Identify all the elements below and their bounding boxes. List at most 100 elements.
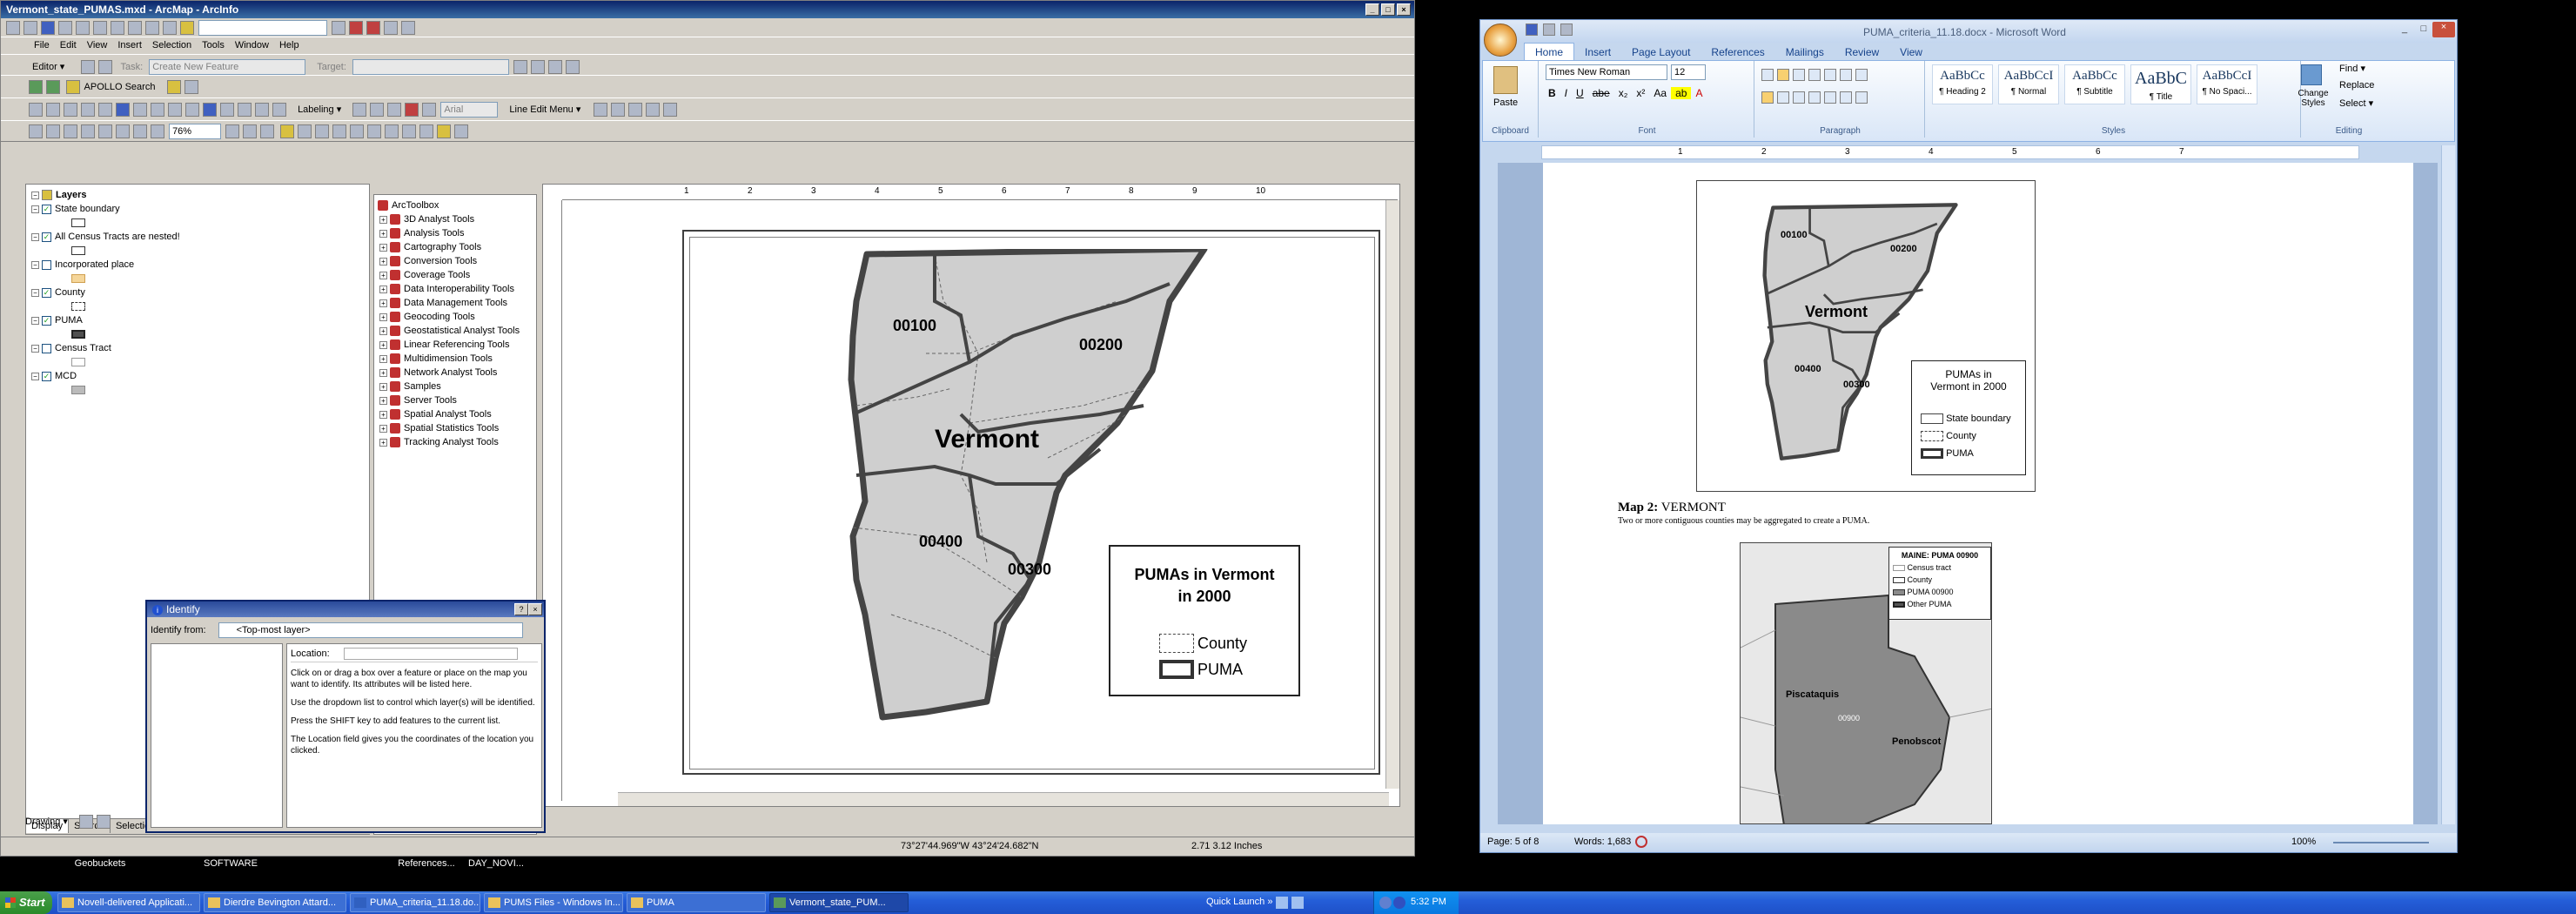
- toc-layer[interactable]: − ✓ MCD: [31, 369, 369, 383]
- task-combo[interactable]: Create New Feature: [149, 59, 306, 75]
- quick-launch[interactable]: Quick Launch »: [1206, 897, 1272, 907]
- tray-icon[interactable]: [1393, 897, 1405, 909]
- taskbar-item[interactable]: PUMS Files - Windows In...: [484, 893, 623, 912]
- shading-icon[interactable]: [1840, 91, 1852, 104]
- desktop-icon-label[interactable]: References...: [392, 858, 461, 869]
- menu-view[interactable]: View: [82, 37, 113, 53]
- word-vertical-scrollbar[interactable]: [2441, 145, 2455, 824]
- show-formatting-icon[interactable]: [1855, 69, 1868, 81]
- taskbar-item-active[interactable]: Vermont_state_PUM...: [769, 893, 909, 912]
- highlight-icon[interactable]: ab: [1671, 87, 1692, 99]
- word-count[interactable]: Words: 1,683: [1574, 837, 1631, 847]
- rotate-icon[interactable]: [385, 124, 399, 138]
- font-size-combo[interactable]: 12: [1671, 64, 1706, 80]
- command-line-icon[interactable]: [384, 21, 399, 35]
- line-edit-3-icon[interactable]: [628, 103, 643, 117]
- taskbar-item[interactable]: Dierdre Bevington Attard...: [204, 893, 346, 912]
- taskbar-item[interactable]: Novell-delivered Applicati...: [57, 893, 200, 912]
- desktop-icon-label[interactable]: SOFTWARE: [200, 858, 261, 869]
- expand-icon[interactable]: +: [379, 257, 387, 265]
- layer-checkbox[interactable]: [42, 343, 51, 353]
- measure-icon[interactable]: [238, 103, 252, 117]
- open-icon[interactable]: [23, 21, 37, 35]
- unplaced-labels-icon[interactable]: [422, 103, 437, 117]
- menu-file[interactable]: File: [29, 37, 55, 53]
- identify-icon[interactable]: [203, 103, 217, 117]
- expand-icon[interactable]: −: [31, 372, 39, 380]
- font-name-combo[interactable]: Times New Roman: [1546, 64, 1667, 80]
- toc-layer[interactable]: − ✓ All Census Tracts are nested!: [31, 230, 369, 244]
- zoom-in-icon[interactable]: [29, 103, 43, 117]
- bullets-icon[interactable]: [1761, 69, 1774, 81]
- expand-icon[interactable]: +: [379, 271, 387, 279]
- time-slider-icon[interactable]: [272, 103, 286, 117]
- quick-launch-icon[interactable]: [1291, 897, 1304, 909]
- desktop-icon-label[interactable]: DAY_NOVI...: [461, 858, 531, 869]
- increase-indent-icon[interactable]: [1824, 69, 1836, 81]
- quick-style[interactable]: AaBbCcI ¶ No Spaci...: [2197, 64, 2257, 104]
- minimize-button[interactable]: _: [1365, 3, 1379, 16]
- decrease-indent-icon[interactable]: [1808, 69, 1821, 81]
- expand-icon[interactable]: +: [379, 410, 387, 419]
- toc-layer[interactable]: − Census Tract: [31, 341, 369, 355]
- clock[interactable]: 5:32 PM: [1411, 897, 1446, 907]
- taskbar-item[interactable]: PUMA: [627, 893, 766, 912]
- menu-window[interactable]: Window: [230, 37, 274, 53]
- go-forward-layout-icon[interactable]: [151, 124, 164, 138]
- toolbox-item[interactable]: + Tracking Analyst Tools: [379, 435, 536, 449]
- layout-view[interactable]: 1 2 3 4 5 6 7 8 9 10 00100 00200 00400 00300 Verm…: [542, 184, 1400, 807]
- rotate-tool-icon[interactable]: [531, 60, 546, 74]
- expand-icon[interactable]: −: [31, 232, 39, 241]
- go-back-layout-icon[interactable]: [133, 124, 147, 138]
- select-button[interactable]: Select ▾: [2339, 97, 2373, 109]
- expand-icon[interactable]: −: [31, 288, 39, 297]
- toolbox-item[interactable]: + Samples: [379, 380, 536, 393]
- quick-style[interactable]: AaBbCcI ¶ Normal: [1998, 64, 2059, 104]
- expand-icon[interactable]: +: [379, 229, 387, 238]
- toolbox-item[interactable]: + Geocoding Tools: [379, 310, 536, 324]
- flip-icon[interactable]: [402, 124, 417, 138]
- toolbox-item[interactable]: + Linear Referencing Tools: [379, 338, 536, 352]
- expand-icon[interactable]: +: [379, 243, 387, 252]
- sketch-tool-icon[interactable]: [98, 60, 113, 74]
- layer-symbol[interactable]: [26, 216, 369, 230]
- multilevel-list-icon[interactable]: [1793, 69, 1805, 81]
- toolbox-item[interactable]: + Data Management Tools: [379, 296, 536, 310]
- line-edit-icon[interactable]: [594, 103, 608, 117]
- tab-view[interactable]: View: [1889, 44, 1933, 61]
- word-save-icon[interactable]: [1526, 24, 1538, 36]
- expand-icon[interactable]: +: [379, 285, 387, 293]
- identify-titlebar[interactable]: i Identify ? ×: [147, 601, 544, 617]
- tab-review[interactable]: Review: [1835, 44, 1889, 61]
- editor-toolbar-icon[interactable]: [332, 21, 346, 35]
- align-icon[interactable]: [298, 124, 312, 138]
- scale-combo[interactable]: [198, 20, 328, 36]
- add-data-icon[interactable]: [180, 21, 194, 35]
- copy-icon[interactable]: [93, 21, 107, 35]
- line-edit-5-icon[interactable]: [663, 103, 678, 117]
- align-left-icon[interactable]: [1761, 91, 1774, 104]
- paste-button[interactable]: Paste: [1493, 97, 1518, 108]
- toc-layer[interactable]: − Incorporated place: [31, 258, 369, 272]
- expand-icon[interactable]: −: [31, 344, 39, 353]
- map-legend[interactable]: PUMAs in Vermont in 2000 County PUMA: [1109, 545, 1300, 696]
- nudge-icon[interactable]: [419, 124, 434, 138]
- strikethrough-icon[interactable]: abe: [1588, 87, 1614, 99]
- tab-page-layout[interactable]: Page Layout: [1621, 44, 1701, 61]
- layer-checkbox[interactable]: ✓: [42, 204, 51, 214]
- group-icon[interactable]: [332, 124, 347, 138]
- identify-results-tree[interactable]: [151, 643, 283, 828]
- layer-checkbox[interactable]: ✓: [42, 371, 51, 381]
- quick-style[interactable]: AaBbCc ¶ Heading 2: [1932, 64, 1993, 104]
- maine-figure[interactable]: MAINE: PUMA 00900 Census tract County PU…: [1740, 542, 1992, 824]
- label-manager-icon[interactable]: [352, 103, 367, 117]
- edit-tool-icon[interactable]: [81, 60, 96, 74]
- toolbox-item[interactable]: + Data Interoperability Tools: [379, 282, 536, 296]
- layer-symbol[interactable]: [26, 244, 369, 258]
- fixed-zoom-in-icon[interactable]: [64, 103, 77, 117]
- whats-this-icon[interactable]: [401, 21, 416, 35]
- vertical-scrollbar[interactable]: [1385, 200, 1399, 789]
- center-icon[interactable]: [1777, 91, 1789, 104]
- layer-checkbox[interactable]: ✓: [42, 232, 51, 242]
- superscript-icon[interactable]: x²: [1632, 87, 1649, 99]
